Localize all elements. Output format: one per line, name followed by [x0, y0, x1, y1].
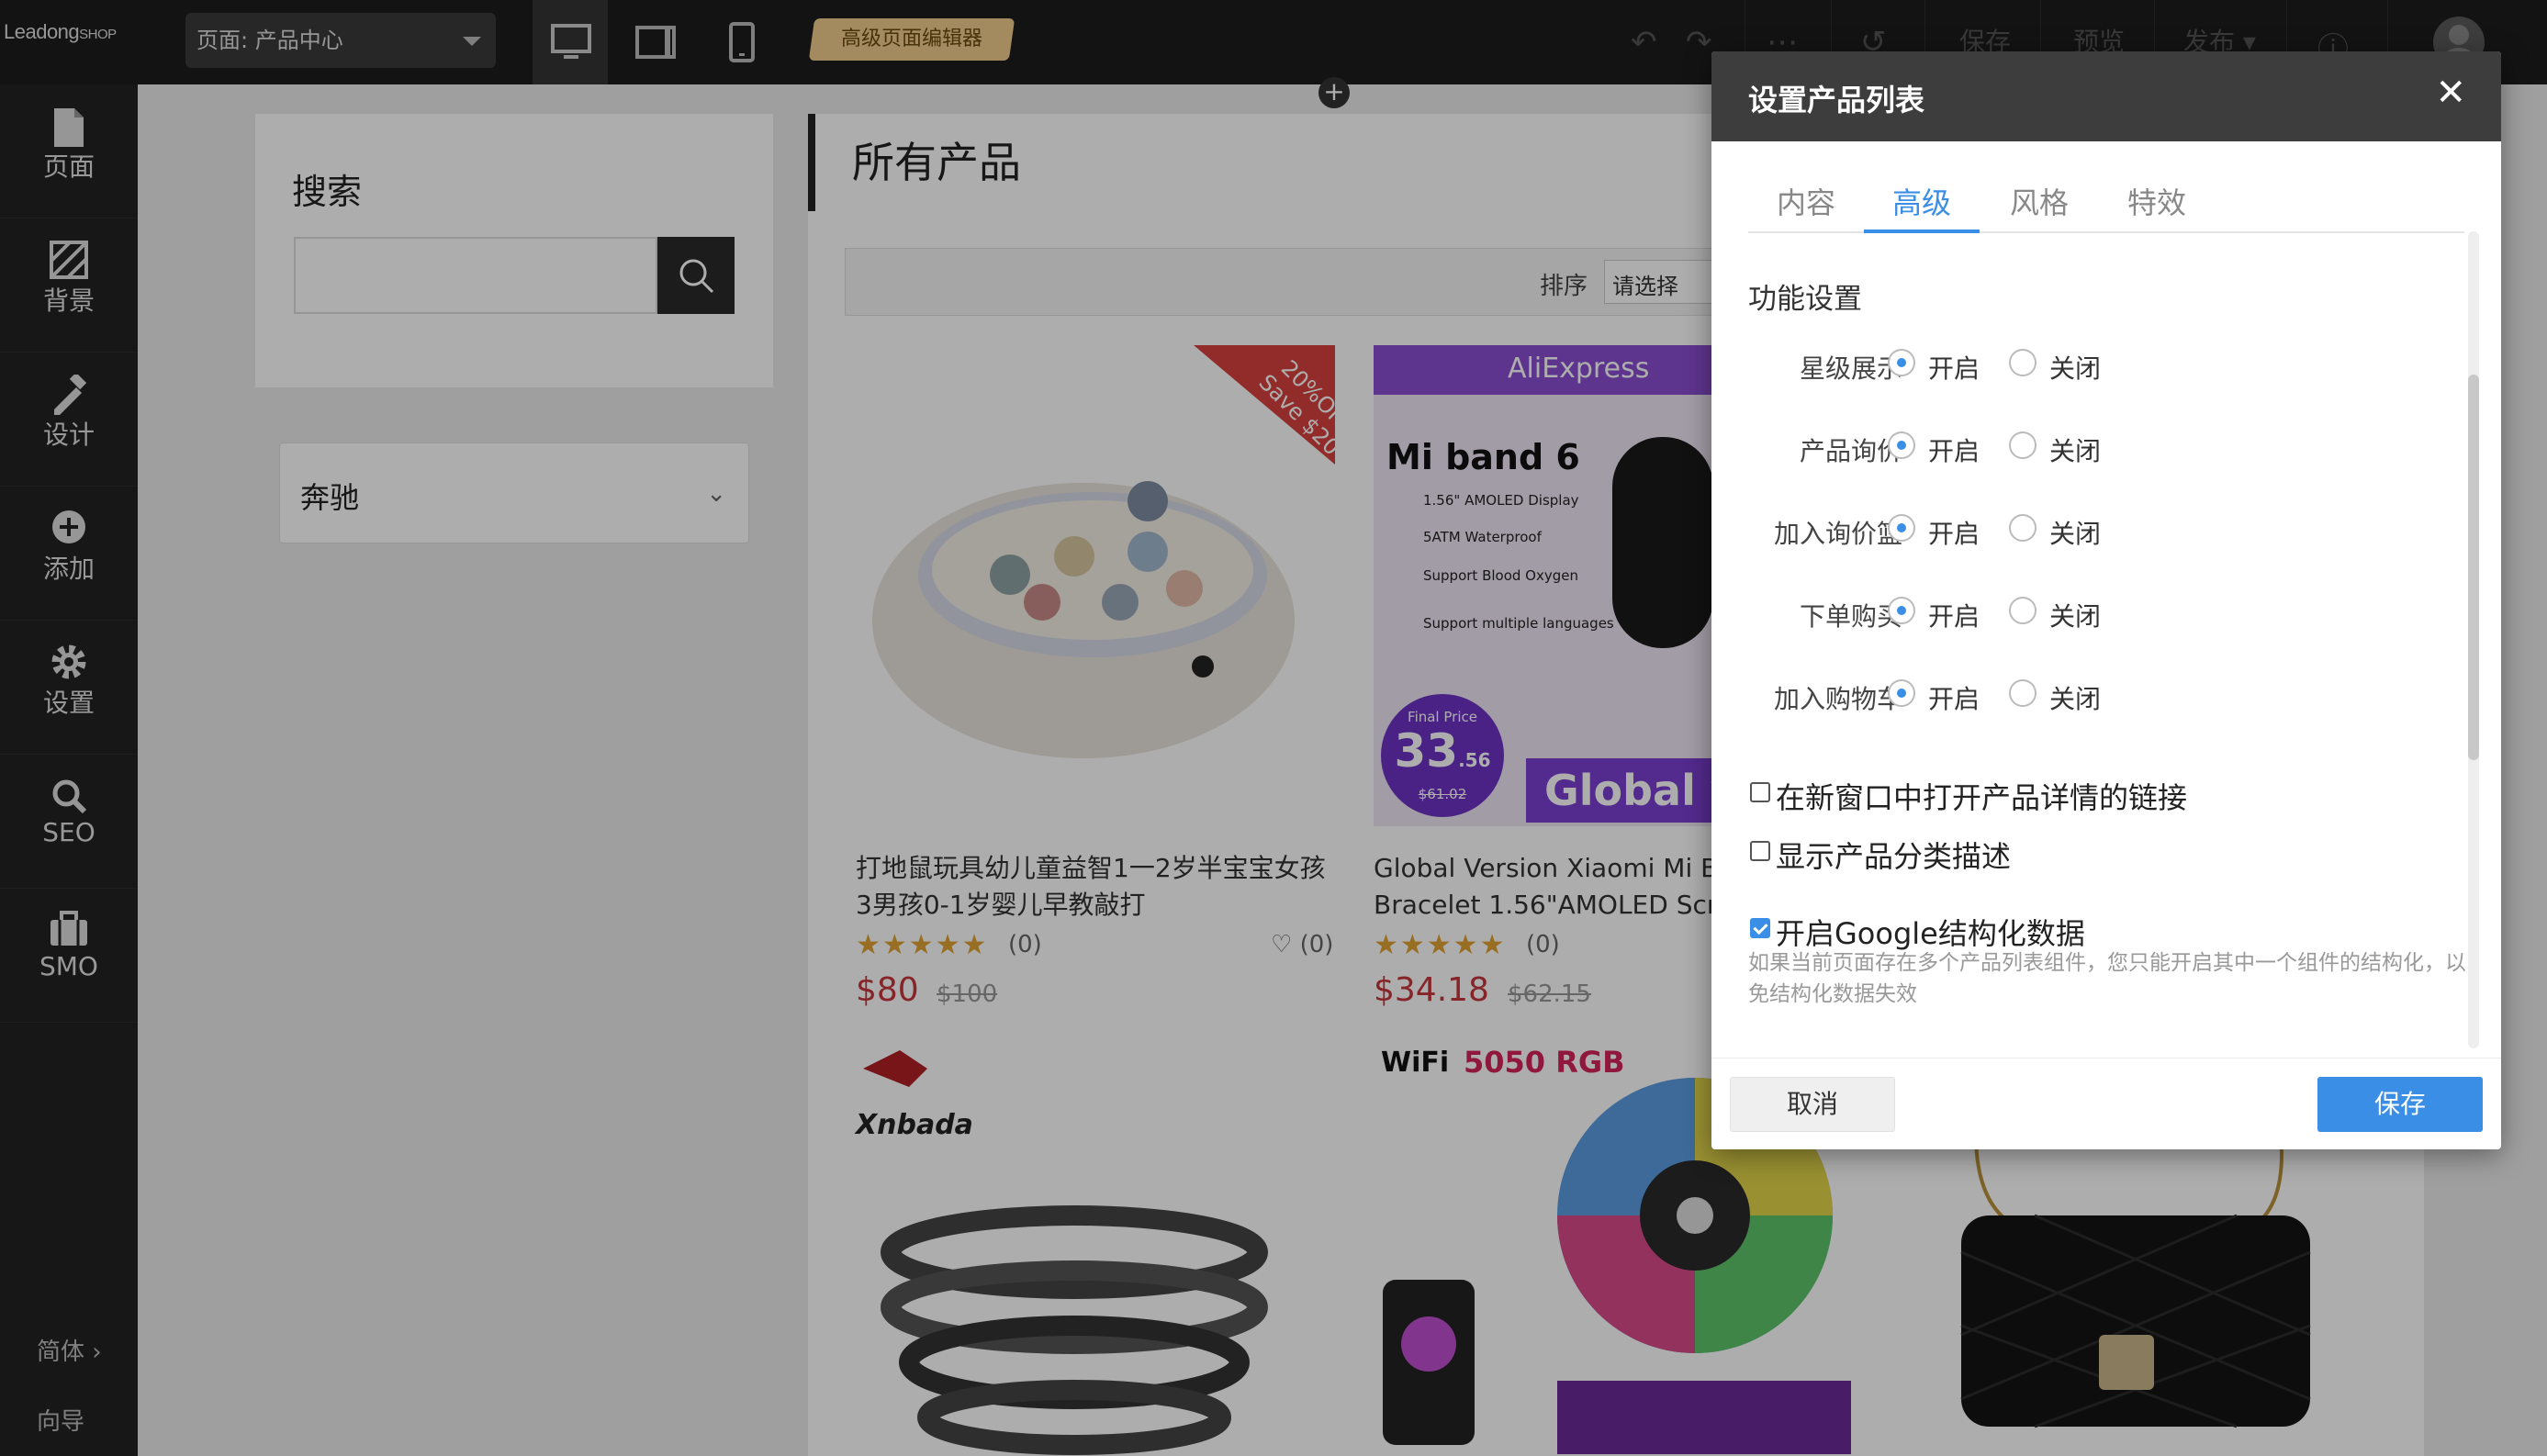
- radio-on-label: 开启: [1928, 601, 1980, 632]
- radio-off-label: 关闭: [2049, 436, 2102, 466]
- tab-effects[interactable]: 特效: [2099, 180, 2215, 233]
- radio-off-label: 关闭: [2049, 684, 2102, 714]
- open-new-window-checkbox[interactable]: [1750, 782, 1770, 802]
- radio-off[interactable]: [2009, 514, 2036, 542]
- radio-on[interactable]: [1888, 679, 1915, 707]
- dialog-title: 设置产品列表: [1748, 83, 1925, 118]
- radio-on-label: 开启: [1928, 684, 1980, 714]
- radio-off-label: 关闭: [2049, 519, 2102, 549]
- scroll-thumb[interactable]: [2468, 375, 2479, 760]
- radio-off-label: 关闭: [2049, 353, 2102, 384]
- radio-on-label: 开启: [1928, 519, 1980, 549]
- radio-off[interactable]: [2009, 597, 2036, 624]
- checkbox-label: 在新窗口中打开产品详情的链接: [1776, 780, 2188, 815]
- radio-on-label: 开启: [1928, 436, 1980, 466]
- save-button[interactable]: 保存: [2317, 1077, 2483, 1132]
- radio-on-label: 开启: [1928, 353, 1980, 384]
- google-structured-data-checkbox[interactable]: [1750, 918, 1770, 938]
- setting-label: 加入购物车: [1773, 684, 1902, 714]
- radio-off[interactable]: [2009, 679, 2036, 707]
- radio-off-label: 关闭: [2049, 601, 2102, 632]
- radio-on[interactable]: [1888, 597, 1915, 624]
- section-title: 功能设置: [1748, 283, 1862, 316]
- show-category-description-checkbox[interactable]: [1750, 841, 1770, 861]
- setting-label: 星级展示: [1799, 353, 1902, 384]
- setting-label: 下单购买: [1799, 601, 1902, 632]
- radio-on[interactable]: [1888, 349, 1915, 376]
- structured-data-note: 如果当前页面存在多个产品列表组件，您只能开启其中一个组件的结构化，以免结构化数据…: [1748, 951, 2466, 1006]
- tab-content[interactable]: 内容: [1748, 180, 1864, 233]
- tab-advanced[interactable]: 高级: [1864, 180, 1980, 233]
- dialog-header: 设置产品列表 ✕: [1711, 51, 2501, 141]
- dialog-scrollbar[interactable]: [2468, 231, 2479, 1048]
- radio-on[interactable]: [1888, 514, 1915, 542]
- checkbox-label: 显示产品分类描述: [1776, 839, 2012, 874]
- setting-label: 产品询价: [1799, 436, 1902, 466]
- product-list-settings-dialog: 设置产品列表 ✕ 内容 高级 风格 特效 功能设置 星级展示 开启 关闭 产品询…: [1711, 51, 2501, 1149]
- setting-label: 加入询价篮: [1773, 519, 1902, 549]
- close-icon[interactable]: ✕: [2435, 72, 2466, 114]
- radio-on[interactable]: [1888, 431, 1915, 459]
- cancel-button[interactable]: 取消: [1730, 1077, 1895, 1132]
- radio-off[interactable]: [2009, 349, 2036, 376]
- dialog-footer: 取消 保存: [1711, 1058, 2501, 1149]
- tab-style[interactable]: 风格: [1981, 180, 2097, 233]
- radio-off[interactable]: [2009, 431, 2036, 459]
- dialog-tabs: 内容 高级 风格 特效: [1748, 180, 2464, 233]
